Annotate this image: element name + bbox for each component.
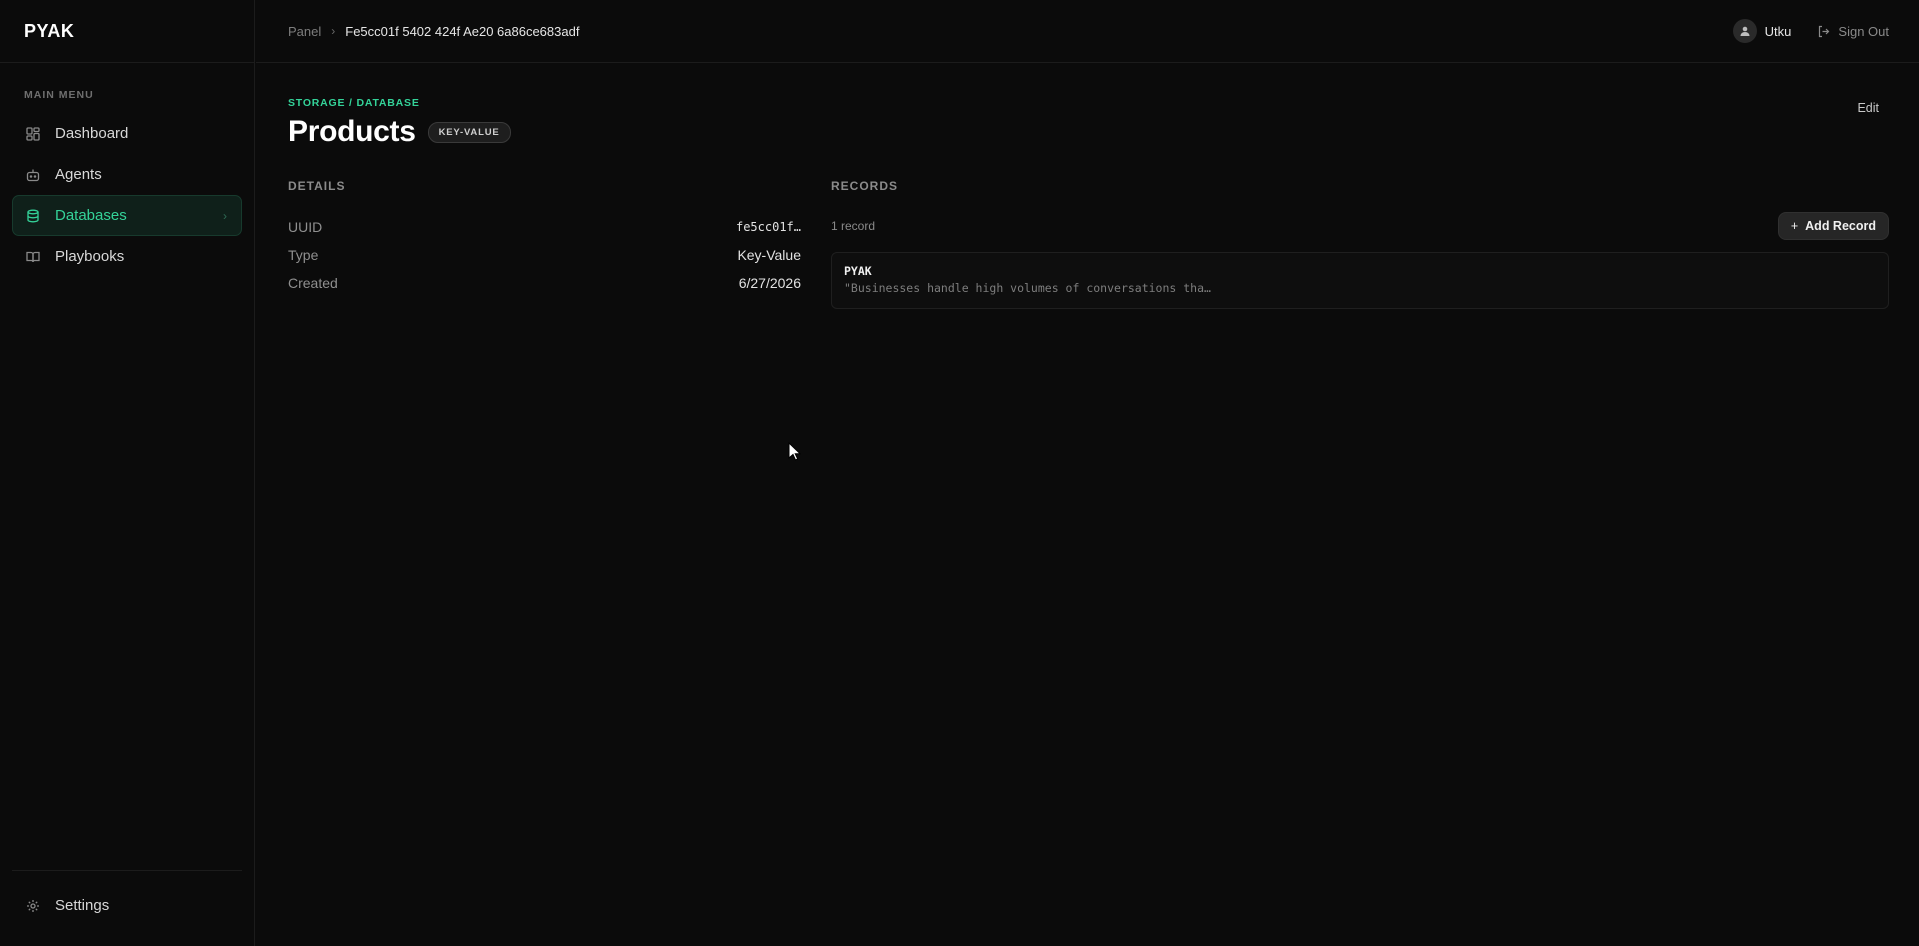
record-item[interactable]: PYAK "Businesses handle high volumes of … [831,252,1889,309]
breadcrumb: Panel › Fe5cc01f 5402 424f Ae20 6a86ce68… [288,24,579,39]
record-count: 1 record [831,219,876,233]
details-panel: DETAILS UUID fe5cc01f… Type Key-Value Cr… [288,179,801,309]
sidebar-item-label: Agents [55,166,102,183]
detail-value: 6/27/2026 [738,275,801,291]
main-content: STORAGE / DATABASE Products KEY-VALUE Ed… [288,63,1889,309]
user-area: Utku Sign Out [1732,19,1889,43]
detail-row-uuid: UUID fe5cc01f… [288,213,801,241]
detail-key: Type [288,247,319,263]
details-rows: UUID fe5cc01f… Type Key-Value Created 6/… [288,213,801,297]
sidebar-item-label: Dashboard [55,125,129,142]
sidebar-item-agents[interactable]: Agents [12,154,242,195]
title-row: Products KEY-VALUE [288,115,1889,149]
sidebar-item-label: Playbooks [55,248,125,265]
database-icon [25,208,41,224]
record-value: "Businesses handle high volumes of conve… [844,281,1211,295]
sign-out-label: Sign Out [1838,23,1889,39]
sidebar: PYAK MAIN MENU Dashboard Agents Database… [0,0,255,946]
gear-icon [25,898,41,914]
page-title: Products [288,115,416,148]
main-nav: Dashboard Agents Databases › Playbooks [0,113,254,277]
user-icon [1740,26,1750,36]
sidebar-item-playbooks[interactable]: Playbooks [12,236,242,277]
detail-row-type: Type Key-Value [288,241,801,269]
breadcrumb-current: Fe5cc01f 5402 424f Ae20 6a86ce683adf [345,23,580,39]
records-panel: RECORDS 1 record + Add Record PYAK "Busi… [831,179,1889,309]
sign-out-button[interactable]: Sign Out [1817,24,1889,39]
chevron-right-icon: › [223,208,227,223]
sidebar-item-settings[interactable]: Settings [12,885,242,926]
sidebar-item-label: Settings [55,897,110,914]
topbar: Panel › Fe5cc01f 5402 424f Ae20 6a86ce68… [256,0,1919,63]
sidebar-footer: Settings [12,870,242,946]
detail-row-created: Created 6/27/2026 [288,269,801,297]
type-badge: KEY-VALUE [427,121,511,143]
book-icon [25,249,41,265]
brand-logo[interactable]: PYAK [0,0,254,63]
sidebar-item-label: Databases [55,207,127,224]
details-title: DETAILS [288,179,346,193]
sidebar-item-databases[interactable]: Databases › [12,195,242,236]
detail-key: UUID [288,219,323,235]
detail-value[interactable]: fe5cc01f… [736,220,801,234]
sidebar-item-dashboard[interactable]: Dashboard [12,113,242,154]
content-columns: DETAILS UUID fe5cc01f… Type Key-Value Cr… [288,179,1889,309]
logout-icon [1817,25,1830,38]
username[interactable]: Utku [1765,24,1792,39]
detail-key: Created [288,275,338,291]
grid-icon [25,126,41,142]
add-record-button[interactable]: + Add Record [1777,212,1889,240]
bot-icon [25,167,41,183]
records-title: RECORDS [831,179,899,193]
record-key: PYAK [844,264,872,278]
chevron-right-icon: › [331,24,336,38]
plus-icon: + [1790,219,1799,233]
breadcrumb-panel-link[interactable]: Panel [288,24,321,39]
main-menu-heading: MAIN MENU [24,89,94,101]
add-record-label: Add Record [1805,219,1876,233]
detail-value: Key-Value [737,247,801,263]
mouse-cursor-icon [788,442,802,461]
section-kicker: STORAGE / DATABASE [288,97,420,109]
edit-button[interactable]: Edit [1857,101,1879,115]
avatar[interactable] [1732,19,1757,43]
records-toolbar: 1 record + Add Record [831,212,1889,240]
